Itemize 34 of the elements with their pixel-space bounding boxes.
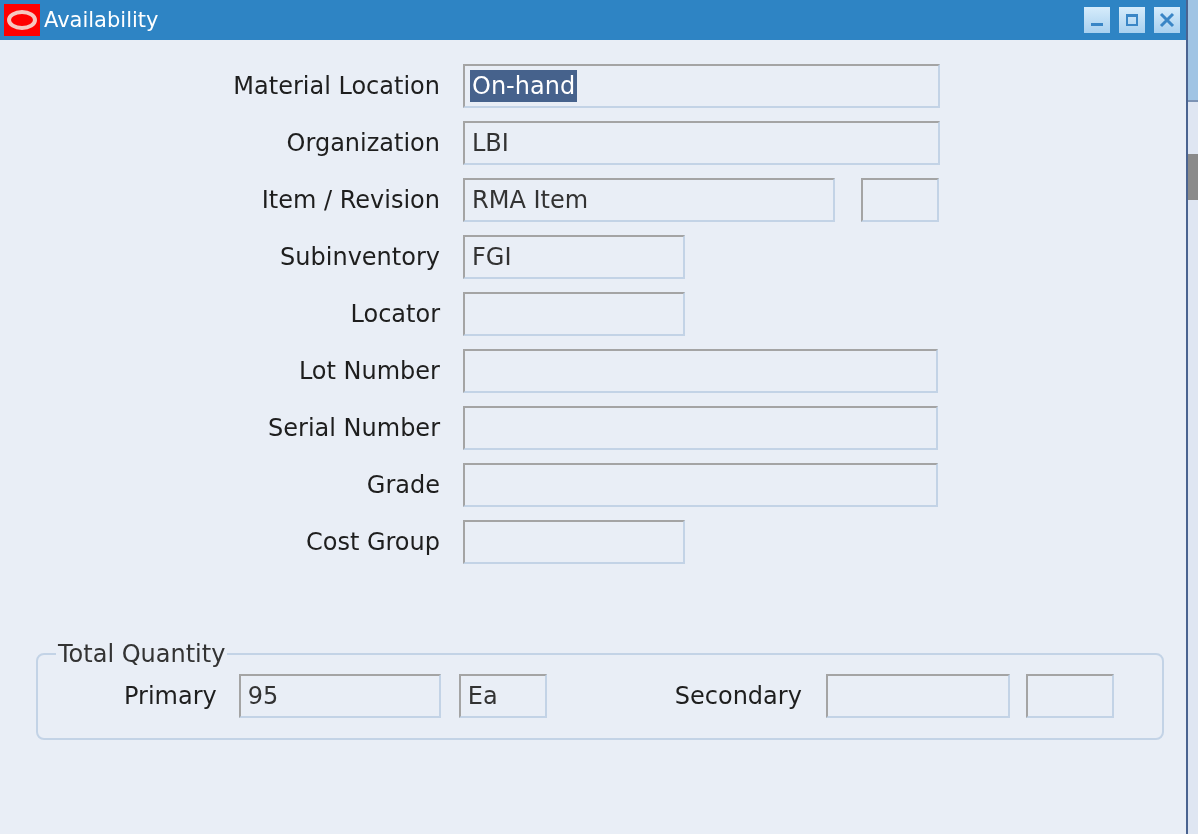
text-field[interactable]: FGI — [463, 235, 685, 279]
maximize-icon — [1125, 13, 1139, 27]
field-label: Material Location — [232, 72, 440, 100]
minimize-icon — [1091, 23, 1103, 26]
text-field[interactable]: LBI — [463, 121, 940, 165]
close-icon — [1159, 12, 1175, 28]
field-label: Cost Group — [304, 528, 440, 556]
field-label: Lot Number — [297, 357, 440, 385]
text-field[interactable]: RMA Item — [463, 178, 835, 222]
text-field[interactable] — [463, 406, 938, 450]
group-title: Total Quantity — [57, 640, 227, 668]
app-logo-icon — [4, 4, 40, 36]
secondary-uom-field[interactable] — [1025, 674, 1114, 718]
text-field[interactable]: On-hand — [463, 64, 940, 108]
primary-uom-field[interactable]: Ea — [458, 674, 547, 718]
window-title: Availability — [44, 8, 160, 32]
field-label: Primary — [124, 682, 217, 710]
text-field[interactable] — [463, 520, 685, 564]
maximize-button[interactable] — [1119, 7, 1145, 33]
primary-quantity-field[interactable]: 95 — [238, 674, 441, 718]
field-label: Organization — [285, 129, 440, 157]
field-label: Secondary — [674, 682, 802, 710]
field-label: Locator — [349, 300, 440, 328]
field-label: Serial Number — [267, 414, 440, 442]
minimize-button[interactable] — [1084, 7, 1110, 33]
secondary-quantity-field[interactable] — [825, 674, 1010, 718]
text-field[interactable] — [463, 292, 685, 336]
field-label: Item / Revision — [260, 186, 440, 214]
close-button[interactable] — [1154, 7, 1180, 33]
field-label: Subinventory — [279, 243, 440, 271]
field-label: Grade — [365, 471, 440, 499]
text-field[interactable] — [463, 349, 938, 393]
text-field[interactable] — [463, 463, 938, 507]
revision-field[interactable] — [861, 178, 939, 222]
